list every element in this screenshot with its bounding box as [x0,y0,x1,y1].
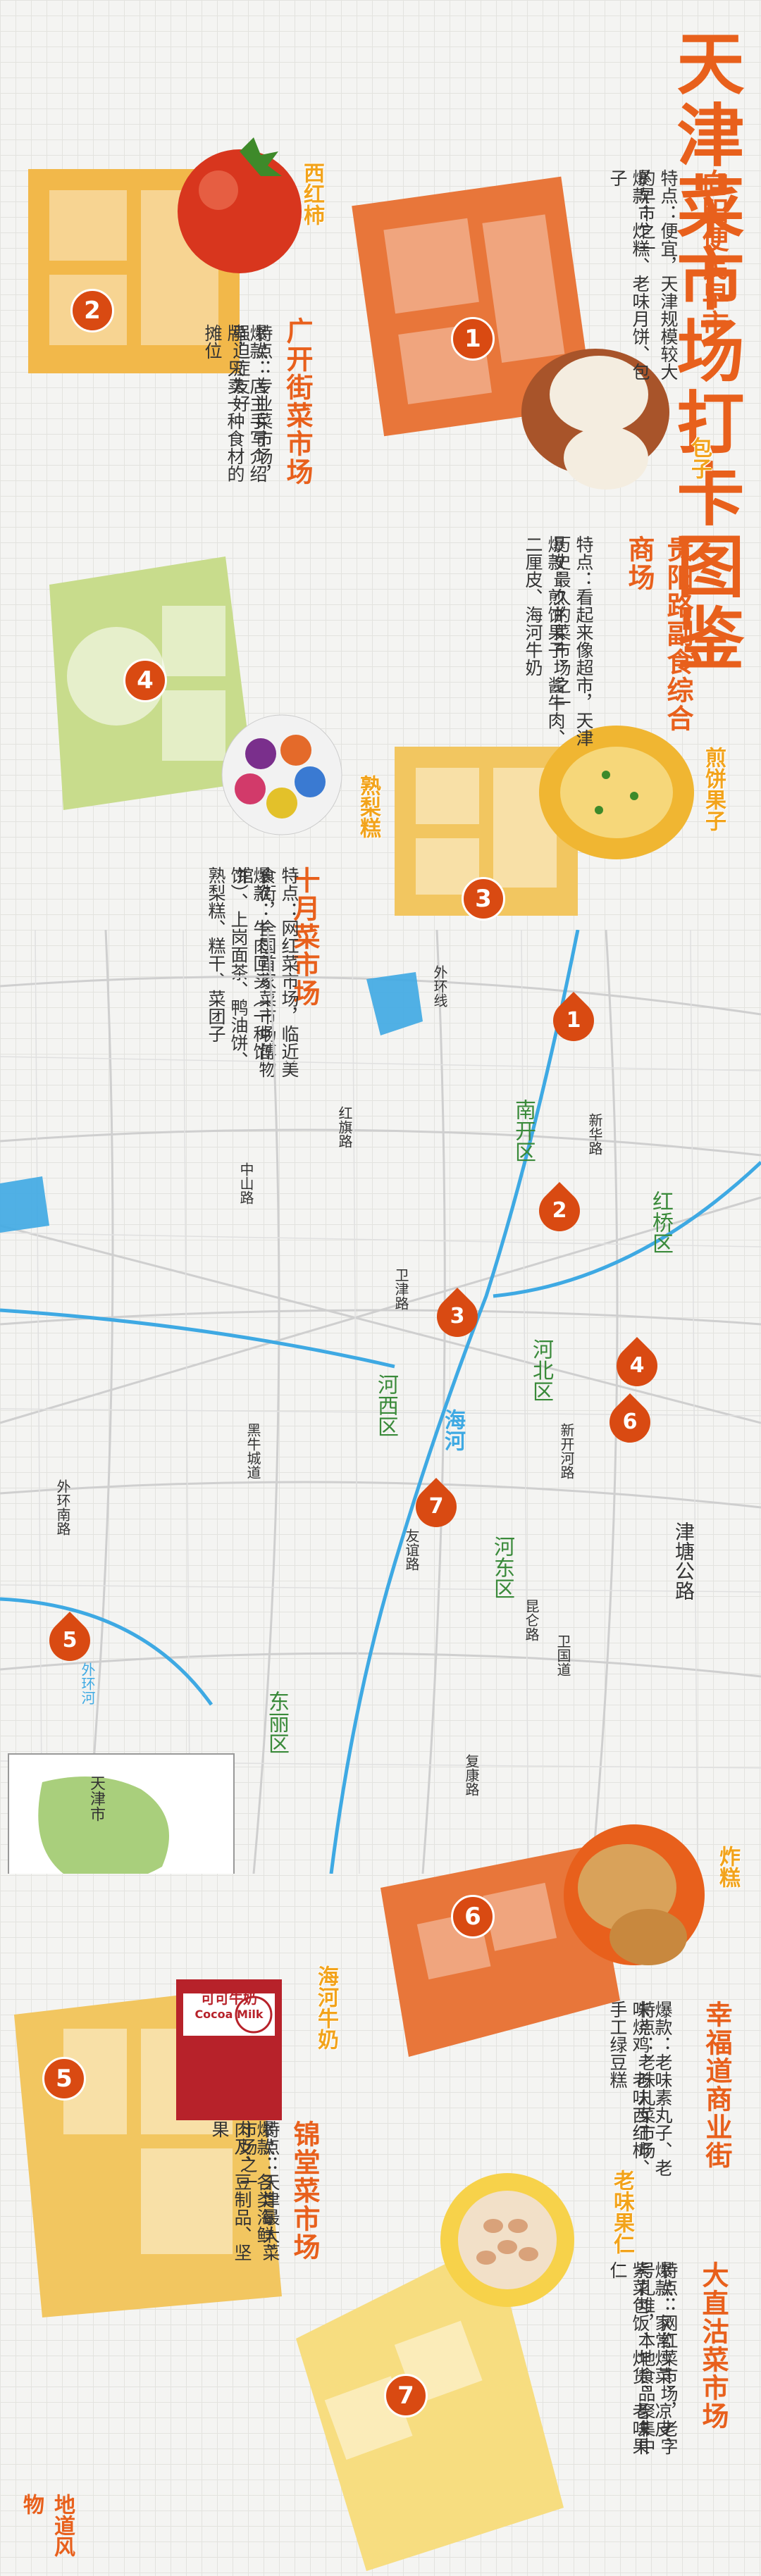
market-3-inset-number: 3 [462,877,505,921]
market-2-inset-number: 2 [70,289,114,332]
market-5-name: 锦堂菜市场 [289,2120,320,2261]
district-hedong: 河东区 [490,1536,514,1599]
road-label-3: 卫津路 [392,1268,409,1310]
market-3-hits: 爆款：煎饼果子、酱牛肉、二厘皮、海河牛奶 [523,535,566,747]
market-1-inset-number: 1 [451,317,495,361]
milk-brand-en: Cocoa Milk [194,2008,264,2021]
market-2-name: 广开街菜市场 [282,317,313,486]
district-hexi: 河西区 [373,1374,398,1437]
guoren-illustration [440,2173,574,2307]
map-pin-5[interactable]: 5 [40,1611,99,1670]
market-1-hits: 爆款：炸糕、老味月饼、包子 [607,169,650,380]
river-haihe-label: 海河 [440,1409,465,1451]
road-label-10: 新华路 [586,1113,603,1155]
road-label-14: 复康路 [463,1754,480,1796]
market-3-name: 贵阳路副食综合商场 [624,535,693,733]
market-2-food-label: 西红柿 [299,162,324,225]
map-pin-6[interactable]: 6 [600,1393,660,1452]
market-7-inset-number: 7 [384,2374,428,2418]
lake [366,972,423,1035]
road-label-6: 新开河路 [558,1423,575,1479]
road-label-2: 红旗路 [336,1106,353,1148]
road-label-7: 中山路 [237,1162,254,1205]
market-4-inset-number: 4 [123,659,167,702]
zhagao-illustration [564,1824,705,1965]
map-pin-3[interactable]: 3 [428,1287,487,1346]
shuligao-illustration [221,714,342,835]
market-7-hits: 爆款：家常炒菜、凉皮、紫菜包饭、炸货、老味果仁 [607,2261,673,2455]
market-5-hits: 爆款：各类海鲜、肉及、豆制品、坚果 [209,2120,275,2261]
district-nankai: 南开区 [511,1099,536,1162]
road-label-11: 昆仑路 [523,1599,540,1641]
district-hebei: 河北区 [528,1338,553,1402]
market-6-inset-number: 6 [451,1895,495,1939]
map-pin-4[interactable]: 4 [607,1336,667,1395]
market-1-food-label: 包子 [687,437,712,479]
district-hongqiao: 红桥区 [648,1190,673,1254]
road-label-12: 友谊路 [403,1529,420,1571]
lake-west [0,1176,49,1233]
map-pin-7[interactable]: 7 [407,1477,466,1536]
market-3-food-label: 煎饼果子 [701,747,726,831]
map-pin-1[interactable]: 1 [544,991,603,1050]
market-1-name: 向阳便民早市 [698,169,729,338]
market-6-food-label: 炸糕 [715,1846,740,1888]
road-label-4: 黑牛城道 [245,1423,261,1479]
district-dongli: 东丽区 [264,1691,289,1754]
market-4-food-label: 熟梨糕 [356,775,380,838]
road-label-8: 外环南路 [54,1479,71,1536]
market-7-food-label: 老味果仁 [610,2170,634,2254]
map-pin-2[interactable]: 2 [530,1181,589,1240]
market-6-name: 幸福道商业街 [701,2001,732,2170]
road-label-9: 卫国道 [555,1634,571,1676]
market-2-hits: 爆款：店主手写介绍牌，只卖一种食材的摊位 [202,324,268,483]
road-label-5: 津塘公路 [672,1522,695,1600]
market-7-name: 大直沽菜市场 [698,2261,729,2430]
brand-logo-text: 地道风物 [19,2494,75,2557]
market-6-hits: 爆款：老味素丸子、老味烧鸡、老味西红柿、手工绿豆糕 [607,2001,673,2177]
milk-brand-cn: 可可牛奶 [201,1990,257,2007]
market-5-food-label: 海河牛奶 [314,1965,338,2050]
tomato-illustration [178,137,302,273]
road-label-1: 外环线 [431,965,448,1007]
market-5-inset-number: 5 [42,2057,86,2101]
road-label-13: 外环河 [79,1662,96,1705]
